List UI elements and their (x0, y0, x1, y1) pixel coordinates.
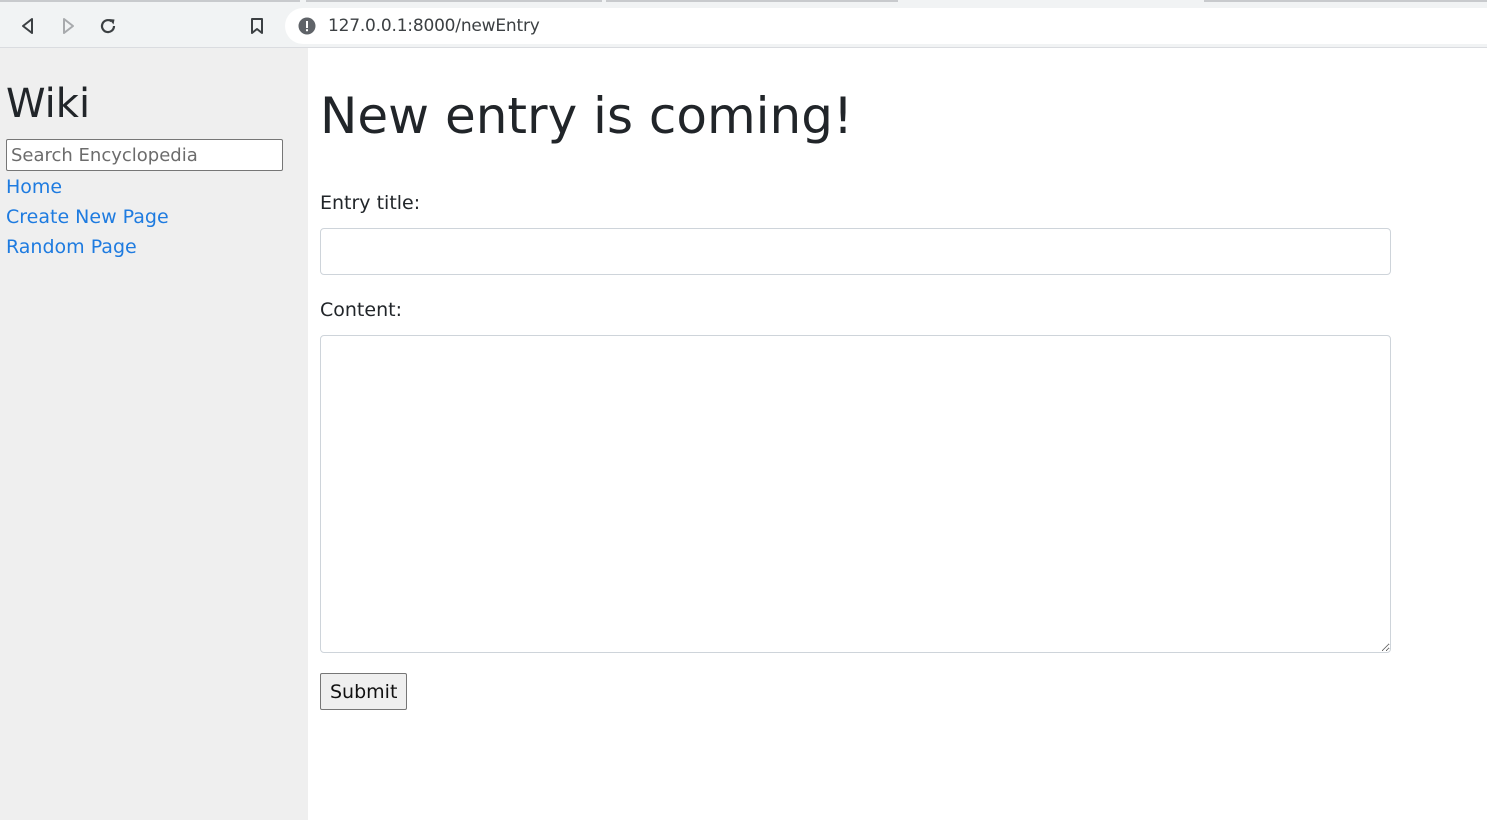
search-input[interactable] (6, 139, 283, 171)
forward-button[interactable] (52, 10, 84, 42)
submit-button[interactable]: Submit (320, 673, 408, 710)
not-secure-info-icon[interactable] (298, 17, 316, 35)
url-text[interactable]: 127.0.0.1:8000/newEntry (328, 16, 540, 36)
browser-toolbar: 127.0.0.1:8000/newEntry (0, 0, 1487, 48)
content-label: Content: (320, 299, 402, 321)
main-content: New entry is coming! Entry title: Conten… (308, 48, 1487, 820)
sidebar: Wiki Home Create New Page Random Page (0, 48, 308, 820)
entry-title-label: Entry title: (320, 192, 421, 214)
entry-title-input[interactable] (320, 228, 1391, 275)
page-title: New entry is coming! (320, 87, 854, 145)
sidebar-link-random-page[interactable]: Random Page (6, 236, 137, 259)
tab-strip (0, 0, 1487, 2)
tab-divider (1204, 0, 1487, 2)
bookmark-icon (251, 18, 263, 34)
sidebar-link-home[interactable]: Home (6, 176, 62, 199)
tab-divider (606, 0, 898, 2)
content-textarea[interactable] (320, 335, 1391, 653)
bookmark-button[interactable] (241, 10, 273, 42)
reload-icon (100, 18, 116, 34)
forward-arrow-icon (63, 18, 74, 34)
tab-divider (0, 0, 300, 2)
address-bar[interactable]: 127.0.0.1:8000/newEntry (285, 8, 1487, 44)
reload-button[interactable] (92, 10, 124, 42)
back-arrow-icon (22, 18, 33, 34)
tab-divider (306, 0, 602, 2)
sidebar-link-create-new-page[interactable]: Create New Page (6, 206, 169, 229)
back-button[interactable] (12, 10, 44, 42)
site-brand: Wiki (6, 81, 91, 127)
